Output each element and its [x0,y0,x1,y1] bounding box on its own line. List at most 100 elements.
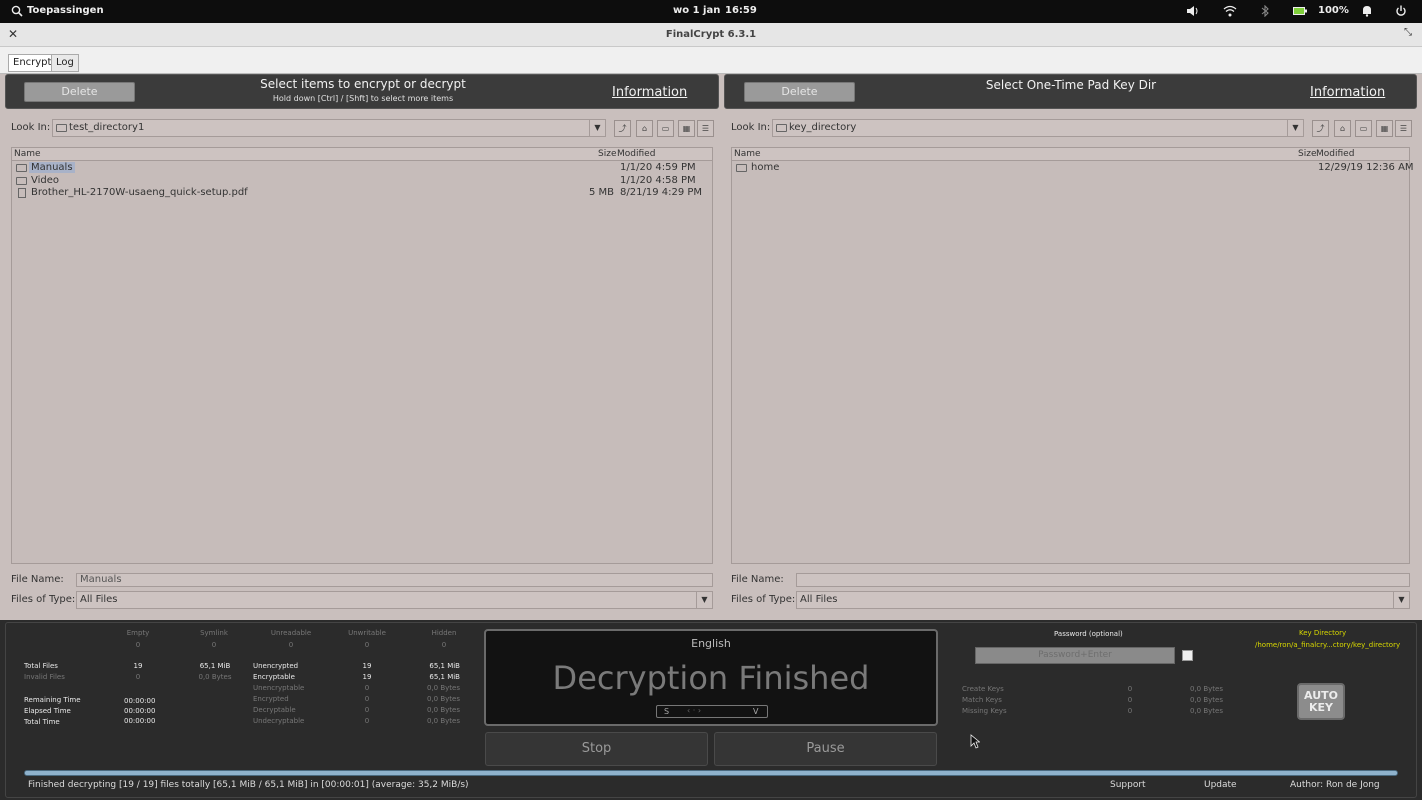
tab-bar: Encrypt Log [0,47,1422,74]
folder-icon [16,177,27,185]
volume-icon[interactable] [1186,5,1200,20]
remaining-time-label: Remaining Time [24,696,81,704]
right-look-in-label: Look In: [731,122,771,133]
column-name[interactable]: Name [14,149,41,159]
window-title-bar: ✕ FinalCrypt 6.3.1 ⤡ [0,23,1422,47]
column-modified[interactable]: Modified [1316,149,1354,159]
right-files-of-type-combo[interactable]: All Files ▼ [796,591,1410,609]
selector-v-label: V [753,707,759,716]
details-view-icon[interactable]: ☰ [1395,120,1412,137]
cursor-pointer-icon [970,734,981,752]
home-folder-icon[interactable]: ⌂ [1334,120,1351,137]
invalid-files-bytes: 0,0 Bytes [198,673,232,681]
column-name[interactable]: Name [734,149,761,159]
left-header: Delete Select items to encrypt or decryp… [5,74,719,109]
password-placeholder: Password+Enter [1038,650,1112,660]
left-look-in-combo[interactable]: test_directory1 ▼ [52,119,606,137]
auto-key-button[interactable]: AUTO KEY [1297,683,1345,720]
folder-icon [776,124,787,132]
main-area: Delete Select items to encrypt or decryp… [0,74,1422,620]
left-delete-button[interactable]: Delete [24,82,135,102]
stop-button[interactable]: Stop [485,732,708,766]
table-row[interactable]: Video 1/1/20 4:58 PM [12,175,712,187]
clock-day[interactable]: wo 1 jan [673,5,720,16]
wifi-icon[interactable] [1223,5,1237,20]
right-file-name-label: File Name: [731,574,784,585]
total-time-label: Total Time [24,718,60,726]
table-row[interactable]: home 12/29/19 12:36 AM [732,162,1414,174]
stat-row-count: 19 [362,673,372,681]
right-look-in-value: key_directory [789,122,857,133]
left-files-of-type-combo[interactable]: All Files ▼ [76,591,713,609]
invalid-files-label: Invalid Files [24,673,65,681]
up-folder-icon[interactable]: ⤴ [1312,120,1329,137]
list-view-icon[interactable]: ▦ [1376,120,1393,137]
key-directory-label: Key Directory [1299,629,1347,637]
notification-bell-icon[interactable] [1361,5,1373,20]
folder-icon [16,164,27,172]
auto-key-line2: KEY [1308,701,1333,714]
clock-time[interactable]: 16:59 [725,5,757,16]
window-title: FinalCrypt 6.3.1 [665,29,757,40]
right-information-link[interactable]: Information [1310,85,1385,100]
chevron-down-icon[interactable]: ▼ [696,592,712,608]
total-files-label: Total Files [24,662,58,670]
key-row-bytes: 0,0 Bytes [1189,696,1223,704]
right-file-list[interactable]: Name Size Modified home 12/29/19 12:36 A… [731,147,1414,564]
restore-icon[interactable]: ⤡ [1404,27,1412,38]
column-modified[interactable]: Modified [617,149,655,159]
left-files-of-type-label: Files of Type: [11,594,76,605]
language-label[interactable]: English [486,637,936,650]
chevron-down-icon[interactable]: ▼ [589,120,605,136]
home-folder-icon[interactable]: ⌂ [636,120,653,137]
right-files-of-type-label: Files of Type: [731,594,796,605]
column-size[interactable]: Size [1298,149,1316,159]
stat-value-unreadable: 0 [288,641,294,649]
left-look-in-label: Look In: [11,122,51,133]
bottom-panel: Empty Symlink Unreadable Unwritable Hidd… [0,620,1422,800]
applications-menu[interactable]: Toepassingen [27,5,104,16]
stat-row-label: Encryptable [253,673,295,681]
stat-row-count: 19 [362,662,372,670]
power-icon[interactable] [1395,5,1407,20]
new-folder-icon[interactable]: ▭ [657,120,674,137]
chevron-down-icon[interactable]: ▼ [1287,120,1303,136]
left-file-list[interactable]: Name Size Modified Manuals 1/1/20 4:59 P… [11,147,713,564]
right-file-name-field[interactable] [796,573,1410,587]
right-delete-button[interactable]: Delete [744,82,855,102]
bluetooth-off-icon[interactable] [1260,4,1270,20]
left-file-name-field[interactable]: Manuals [76,573,713,587]
author-label: Author: Ron de Jong [1290,780,1380,790]
stat-row-label: Unencrypted [253,662,299,670]
pause-button[interactable]: Pause [714,732,937,766]
up-folder-icon[interactable]: ⤴ [614,120,631,137]
tab-log[interactable]: Log [51,54,79,72]
table-row[interactable]: Manuals 1/1/20 4:59 PM [12,162,712,174]
battery-icon[interactable] [1293,7,1307,18]
support-link[interactable]: Support [1110,780,1146,790]
right-files-of-type-value: All Files [800,594,838,605]
search-icon[interactable] [11,5,23,20]
battery-percent: 100% [1318,5,1349,16]
right-look-in-combo[interactable]: key_directory ▼ [772,119,1304,137]
column-size[interactable]: Size [598,149,616,159]
details-view-icon[interactable]: ☰ [697,120,714,137]
chevron-right-icon: ‹ · › [687,706,702,715]
tab-encrypt[interactable]: Encrypt [8,54,57,72]
folder-icon [736,164,747,172]
row-name: Video [31,175,60,186]
left-panel-title: Select items to encrypt or decrypt [260,77,466,91]
list-view-icon[interactable]: ▦ [678,120,695,137]
show-password-checkbox[interactable] [1182,650,1193,661]
mode-selector[interactable]: S ‹ · › V [656,705,768,718]
row-modified: 1/1/20 4:58 PM [620,175,696,186]
table-row[interactable]: Brother_HL-2170W-usaeng_quick-setup.pdf … [12,187,712,199]
update-link[interactable]: Update [1204,780,1237,790]
left-files-of-type-value: All Files [80,594,118,605]
chevron-down-icon[interactable]: ▼ [1393,592,1409,608]
stat-header-unreadable: Unreadable [270,629,312,637]
folder-icon [56,124,67,132]
new-folder-icon[interactable]: ▭ [1355,120,1372,137]
password-field[interactable]: Password+Enter [975,647,1175,664]
left-information-link[interactable]: Information [612,85,687,100]
